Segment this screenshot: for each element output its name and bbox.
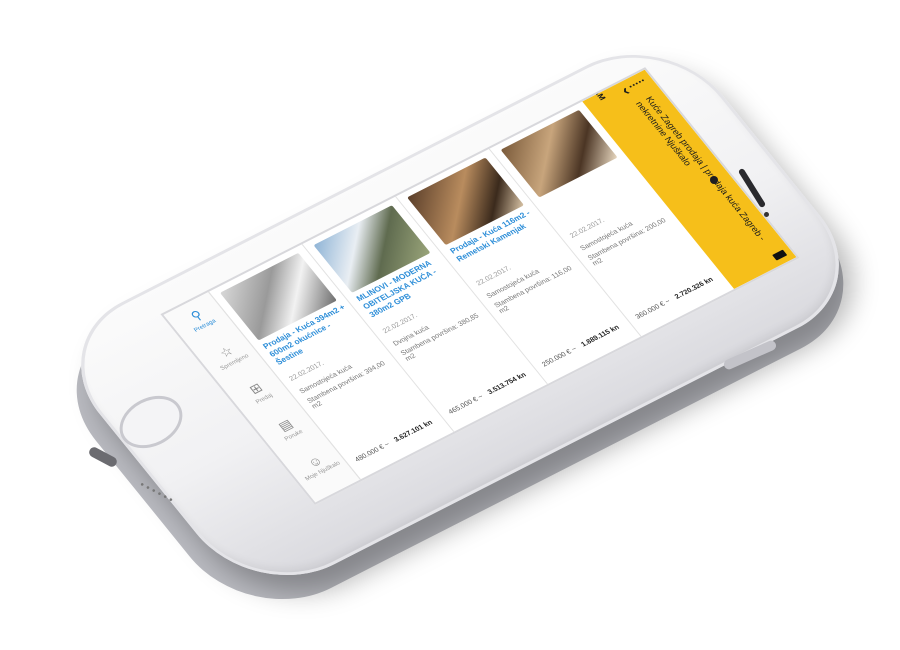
nav-profile[interactable]: ☺ Moje Njuškalo bbox=[292, 446, 342, 483]
nav-messages[interactable]: ▤ Poruke bbox=[263, 410, 314, 447]
listing-price-kn: 3.627.101 kn bbox=[392, 419, 435, 444]
listing-price-eur: 250.000 € ~ bbox=[540, 345, 579, 369]
listing-price-eur: 480.000 € ~ bbox=[353, 441, 392, 464]
listing-price-kn: 2.720.326 kn bbox=[673, 276, 715, 301]
listing-price-eur: 465.000 € ~ bbox=[447, 393, 485, 416]
signal-icon: ••••• bbox=[627, 77, 648, 91]
front-camera bbox=[710, 176, 718, 184]
listing-price-kn: 1.889.115 kn bbox=[580, 324, 622, 349]
nav-search[interactable]: ⚲ Pretraga bbox=[174, 300, 225, 337]
battery-icon bbox=[772, 249, 788, 261]
proximity-sensor bbox=[764, 212, 769, 217]
nav-post[interactable]: ⊞ Predaj bbox=[233, 373, 284, 410]
nav-saved[interactable]: ☆ Spremljeno bbox=[204, 337, 255, 374]
listing-price-eur: 360.000 € ~ bbox=[634, 298, 673, 321]
listing-price-kn: 3.513.754 kn bbox=[486, 371, 528, 396]
phone-mockup: ⚲ Pretraga ☆ Spremljeno ⊞ Predaj ▤ Poruk… bbox=[0, 0, 900, 650]
